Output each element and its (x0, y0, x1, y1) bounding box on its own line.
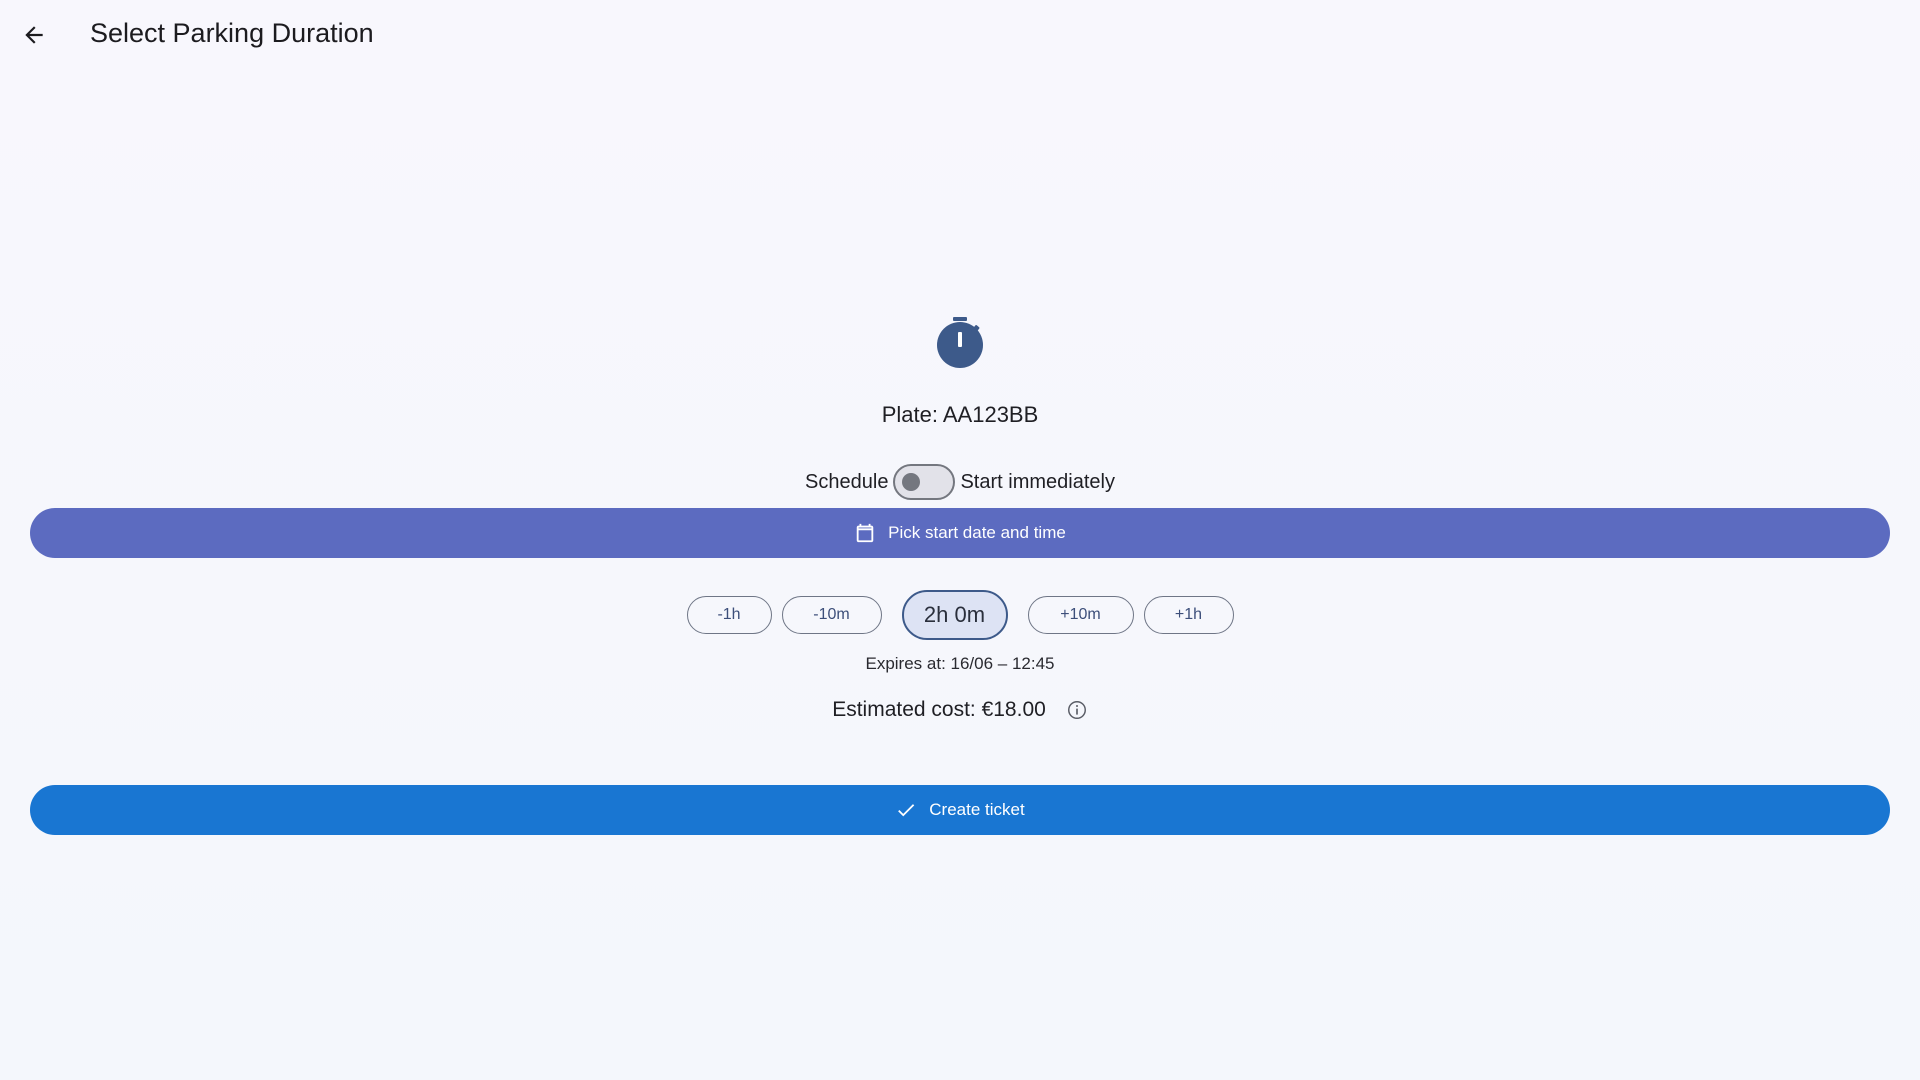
plus-10m-button[interactable]: +10m (1027, 596, 1134, 634)
calendar-icon (854, 522, 876, 544)
app-bar: Select Parking Duration (0, 0, 1920, 70)
plus-1h-button[interactable]: +1h (1143, 596, 1234, 634)
plate-label: Plate: AA123BB (881, 402, 1039, 427)
schedule-toggle-row: Schedule Start immediately (0, 462, 1920, 502)
minus-1h-button[interactable]: -1h (686, 596, 772, 634)
create-ticket-button[interactable]: Create ticket (30, 785, 1890, 835)
info-icon[interactable] (1066, 699, 1088, 721)
arrow-back-icon (21, 22, 47, 48)
duration-adjust-row: -1h -10m 2h 0m +10m +1h (0, 590, 1920, 640)
duration-display[interactable]: 2h 0m (901, 590, 1008, 640)
schedule-label: Schedule (805, 470, 889, 493)
timer-icon (935, 315, 985, 373)
expires-text: Expires at: 16/06 – 12:45 (865, 654, 1055, 673)
start-immediately-label: Start immediately (960, 470, 1115, 493)
minus-10m-button[interactable]: -10m (781, 596, 882, 634)
check-icon (895, 799, 917, 821)
pick-start-date-button[interactable]: Pick start date and time (30, 508, 1890, 558)
cost-row: Estimated cost: €18.00 (0, 695, 1920, 725)
back-button[interactable] (14, 15, 54, 55)
create-ticket-label: Create ticket (929, 800, 1025, 819)
schedule-switch[interactable] (893, 464, 956, 500)
page-title: Select Parking Duration (90, 18, 374, 48)
switch-thumb (902, 473, 921, 491)
estimated-cost: Estimated cost: €18.00 (832, 698, 1046, 721)
pick-start-date-label: Pick start date and time (888, 523, 1066, 542)
